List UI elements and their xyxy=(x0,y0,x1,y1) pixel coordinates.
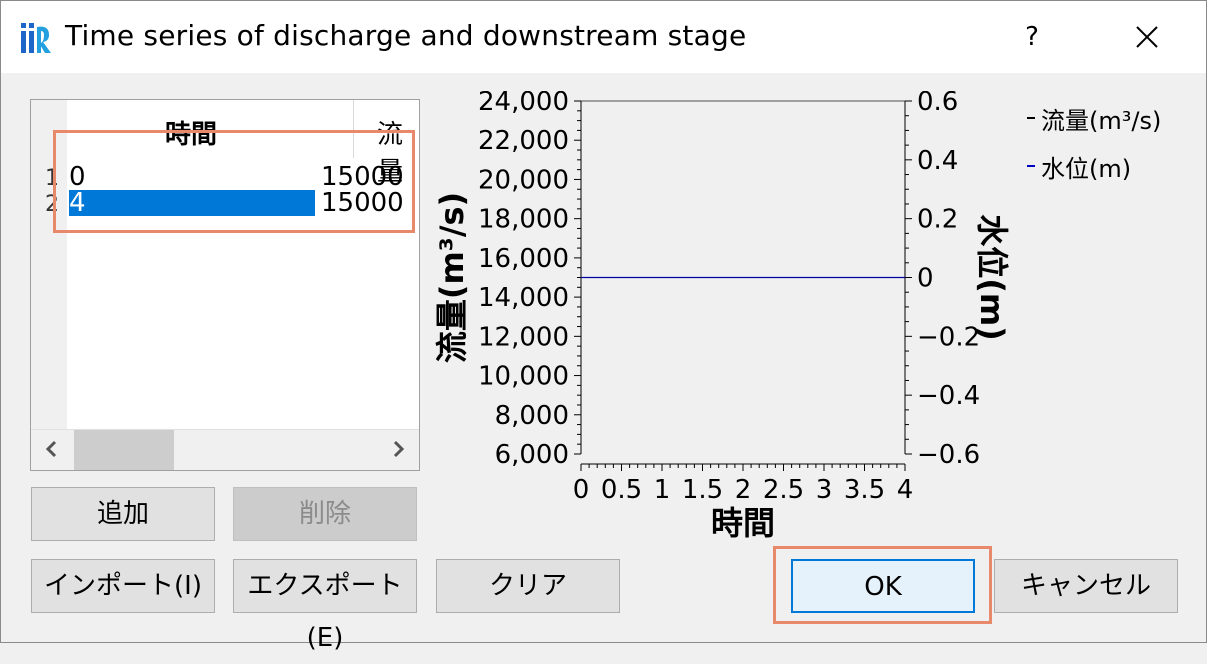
scroll-left-icon[interactable] xyxy=(41,438,63,460)
y-left-tick-label: 10,000 xyxy=(478,362,569,392)
legend-swatch-stage xyxy=(1027,165,1035,167)
iric-logo-icon xyxy=(21,23,51,53)
y-left-tick-label: 20,000 xyxy=(478,165,569,195)
legend-label-stage: 水位(m) xyxy=(1041,155,1132,183)
discharge-stage-chart: 24,00022,00020,00018,00016,00014,00012,0… xyxy=(433,91,1011,542)
y-right-tick-label: 0 xyxy=(917,264,934,294)
horizontal-scrollbar[interactable] xyxy=(31,429,419,470)
x-tick-label: 3.5 xyxy=(844,475,885,505)
x-axis-title: 時間 xyxy=(711,504,775,542)
cancel-button[interactable]: キャンセル xyxy=(994,559,1178,613)
x-tick-label: 2.5 xyxy=(763,475,804,505)
y-left-tick-label: 8,000 xyxy=(495,401,569,431)
scroll-right-icon[interactable] xyxy=(387,438,409,460)
y-left-tick-label: 22,000 xyxy=(478,126,569,156)
y-left-tick-label: 16,000 xyxy=(478,244,569,274)
clear-button[interactable]: クリア xyxy=(436,559,620,613)
y-right-tick-label: 0.6 xyxy=(917,91,958,117)
x-tick-label: 4 xyxy=(897,475,914,505)
close-icon[interactable] xyxy=(1119,13,1175,61)
x-tick-label: 1 xyxy=(654,475,671,505)
y-right-tick-label: 0.2 xyxy=(917,205,958,235)
discharge-dialog: Time series of discharge and downstream … xyxy=(0,0,1207,653)
y-right-axis-title: 水位(m) xyxy=(973,214,1011,341)
highlight-callout-table xyxy=(53,130,415,233)
x-tick-label: 0 xyxy=(573,475,590,505)
help-button[interactable]: ? xyxy=(1007,15,1057,59)
delete-button[interactable]: 削除 xyxy=(233,487,417,541)
export-button[interactable]: エクスポート(E) xyxy=(233,559,417,653)
y-right-tick-label: 0.4 xyxy=(917,146,958,176)
y-left-tick-label: 24,000 xyxy=(478,91,569,117)
x-tick-label: 3 xyxy=(816,475,833,505)
y-left-tick-label: 18,000 xyxy=(478,205,569,235)
x-tick-label: 1.5 xyxy=(682,475,723,505)
x-tick-label: 0.5 xyxy=(601,475,642,505)
y-right-tick-label: −0.4 xyxy=(917,381,980,411)
y-left-tick-label: 14,000 xyxy=(478,283,569,313)
legend-label-flow: 流量(m³/s) xyxy=(1041,107,1162,135)
window-title: Time series of discharge and downstream … xyxy=(65,19,747,52)
legend-swatch-flow xyxy=(1027,117,1035,119)
add-button[interactable]: 追加 xyxy=(31,487,215,541)
y-left-axis-title: 流量(m³/s) xyxy=(433,192,471,363)
y-left-tick-label: 12,000 xyxy=(478,322,569,352)
scrollbar-thumb[interactable] xyxy=(74,430,174,470)
y-right-tick-label: −0.6 xyxy=(917,440,980,470)
x-tick-label: 2 xyxy=(735,475,752,505)
y-left-tick-label: 6,000 xyxy=(495,440,569,470)
highlight-callout-ok xyxy=(773,546,992,624)
y-right-tick-label: −0.2 xyxy=(917,322,980,352)
title-bar: Time series of discharge and downstream … xyxy=(1,1,1206,73)
import-button[interactable]: インポート(I) xyxy=(31,559,215,613)
